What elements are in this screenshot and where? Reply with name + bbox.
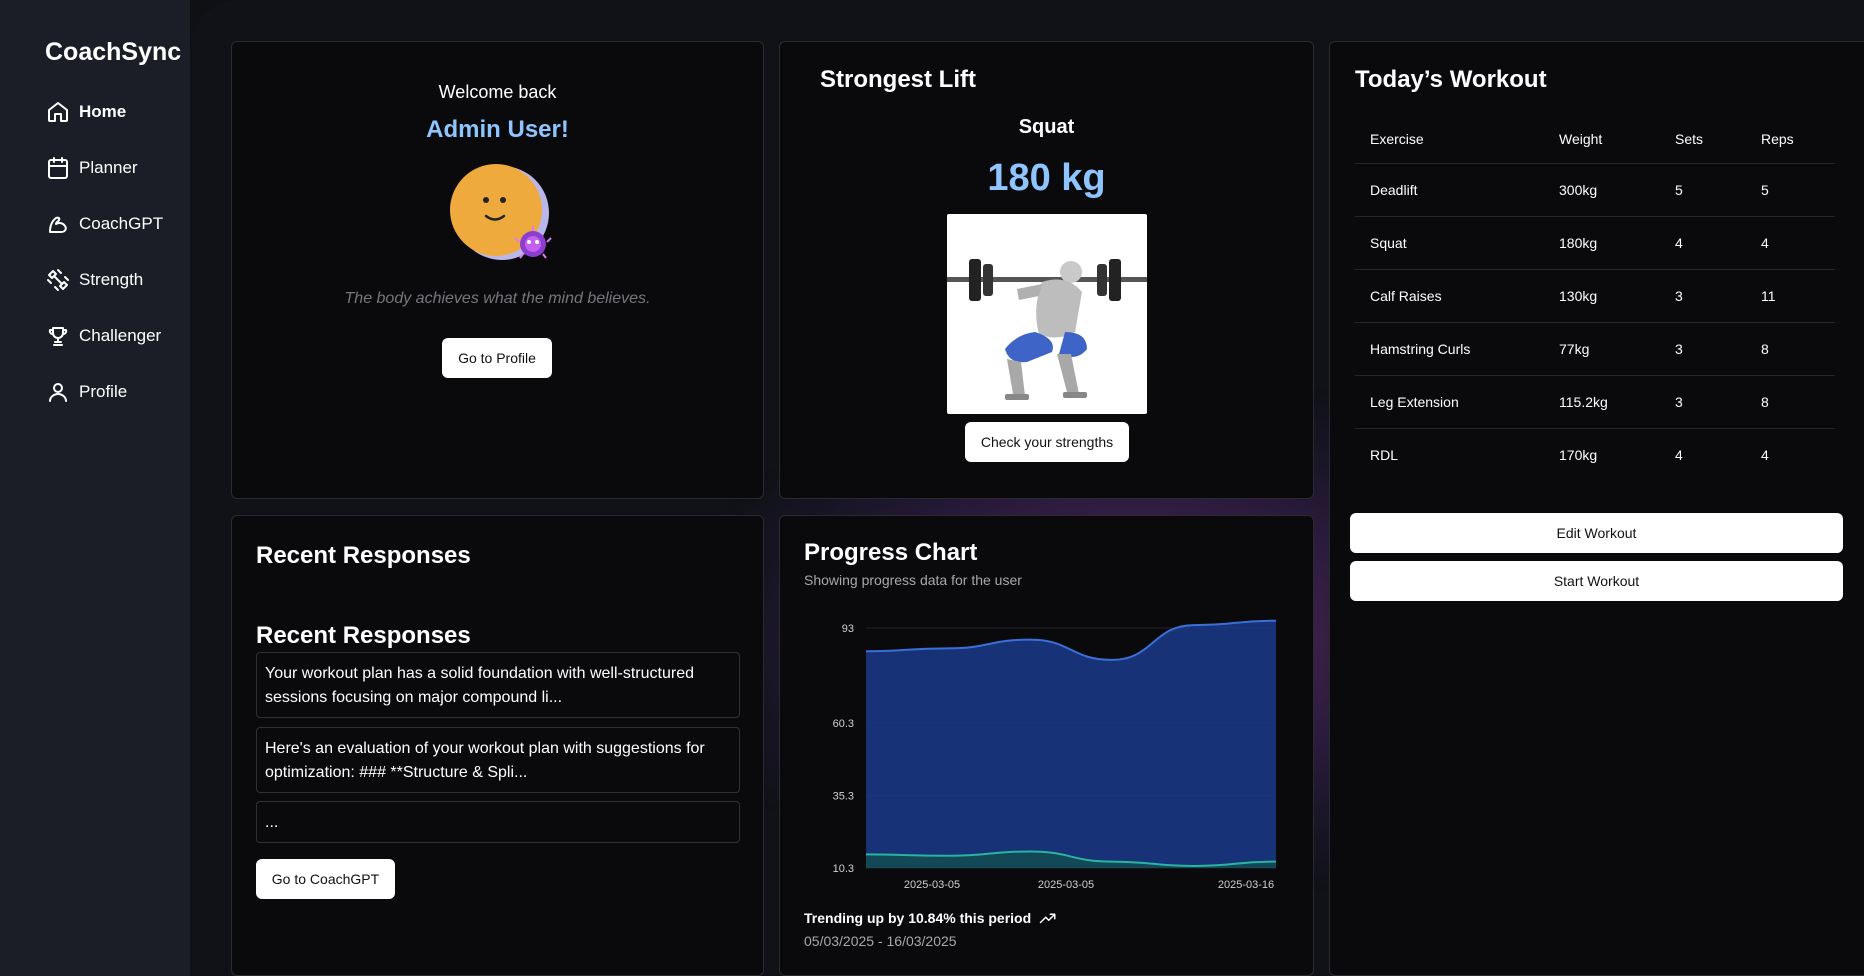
cell-sets: 4 bbox=[1675, 447, 1683, 463]
sidebar-item-label: Home bbox=[79, 102, 127, 121]
cell-weight: 77kg bbox=[1559, 341, 1590, 357]
cell-exercise: Hamstring Curls bbox=[1370, 341, 1471, 357]
progress-chart-card: Progress Chart Showing progress data for… bbox=[779, 515, 1314, 976]
sidebar-item-label: Planner bbox=[79, 158, 138, 177]
y-tick-label: 60.3 bbox=[833, 718, 854, 730]
sidebar-item-challenger[interactable]: Challenger bbox=[46, 318, 161, 354]
workout-title: Today’s Workout bbox=[1355, 66, 1547, 93]
trophy-icon bbox=[48, 327, 68, 346]
strongest-lift-title: Strongest Lift bbox=[820, 66, 976, 93]
lift-weight: 180 kg bbox=[987, 157, 1106, 199]
cell-sets: 3 bbox=[1675, 288, 1683, 304]
todays-workout-card: Today’s Workout Exercise Weight Sets Rep… bbox=[1329, 41, 1864, 976]
cell-weight: 180kg bbox=[1559, 235, 1598, 251]
sidebar-item-home[interactable]: Home bbox=[46, 94, 126, 130]
cell-weight: 300kg bbox=[1559, 182, 1598, 198]
cell-exercise: Squat bbox=[1370, 235, 1407, 251]
progress-chart-title: Progress Chart bbox=[804, 539, 978, 566]
cell-reps: 4 bbox=[1761, 235, 1769, 251]
response-item[interactable]: Here's an evaluation of your workout pla… bbox=[256, 727, 740, 793]
cell-weight: 170kg bbox=[1559, 447, 1598, 463]
cell-exercise: Calf Raises bbox=[1370, 288, 1442, 304]
y-tick-label: 10.3 bbox=[833, 863, 854, 875]
sidebar-item-strength[interactable]: Strength bbox=[46, 262, 143, 298]
x-tick-label: 2025-03-05 bbox=[1038, 879, 1094, 891]
cell-sets: 4 bbox=[1675, 235, 1683, 251]
main-content: Welcome back Admin User! The body achiev… bbox=[190, 0, 1864, 976]
cell-exercise: RDL bbox=[1370, 447, 1399, 463]
column-header-sets: Sets bbox=[1675, 131, 1704, 147]
x-tick-label: 2025-03-05 bbox=[904, 879, 960, 891]
cell-weight: 115.2kg bbox=[1559, 394, 1608, 410]
column-header-weight: Weight bbox=[1559, 131, 1603, 147]
welcome-greeting: Welcome back bbox=[438, 82, 557, 102]
column-header-exercise: Exercise bbox=[1370, 131, 1424, 147]
response-item[interactable]: ... bbox=[256, 801, 740, 843]
home-icon bbox=[48, 102, 68, 122]
table-divider bbox=[1355, 428, 1835, 429]
cell-exercise: Deadlift bbox=[1370, 182, 1418, 198]
trend-text: Trending up by 10.84% this period bbox=[804, 910, 1032, 926]
user-icon bbox=[49, 383, 67, 402]
recent-responses-card: Recent Responses Recent Responses Your w… bbox=[231, 515, 764, 976]
motivational-quote: The body achieves what the mind believes… bbox=[344, 290, 651, 307]
trending-up-icon bbox=[1039, 913, 1056, 924]
start-workout-button[interactable]: Start Workout bbox=[1350, 561, 1843, 601]
sidebar-item-label: Challenger bbox=[79, 326, 162, 345]
trend-summary: Trending up by 10.84% this period bbox=[804, 910, 1057, 926]
y-tick-label: 35.3 bbox=[833, 790, 854, 802]
column-header-reps: Reps bbox=[1761, 131, 1794, 147]
dumbbell-icon bbox=[47, 269, 69, 291]
sidebar-item-label: Strength bbox=[79, 270, 144, 289]
table-divider bbox=[1355, 163, 1835, 164]
cell-reps: 5 bbox=[1761, 182, 1769, 198]
response-item[interactable]: Your workout plan has a solid foundation… bbox=[256, 652, 740, 718]
bicep-icon bbox=[49, 216, 67, 233]
table-divider bbox=[1355, 216, 1835, 217]
table-divider bbox=[1355, 375, 1835, 376]
cell-weight: 130kg bbox=[1559, 288, 1598, 304]
cell-reps: 4 bbox=[1761, 447, 1769, 463]
welcome-user-name: Admin User! bbox=[426, 116, 569, 143]
series-area-1 bbox=[866, 620, 1276, 868]
sidebar-item-profile[interactable]: Profile bbox=[46, 374, 127, 410]
cell-sets: 3 bbox=[1675, 394, 1683, 410]
y-tick-label: 93 bbox=[842, 623, 854, 635]
cell-reps: 11 bbox=[1761, 288, 1776, 304]
cell-reps: 8 bbox=[1761, 341, 1769, 357]
squat-illustration bbox=[947, 214, 1147, 414]
calendar-icon bbox=[48, 157, 68, 179]
table-divider bbox=[1355, 322, 1835, 323]
cell-reps: 8 bbox=[1761, 394, 1769, 410]
brand-logo: CoachSync bbox=[45, 38, 182, 66]
go-to-coachgpt-button[interactable]: Go to CoachGPT bbox=[256, 859, 395, 899]
sidebar-item-planner[interactable]: Planner bbox=[46, 150, 138, 186]
sidebar-item-coachgpt[interactable]: CoachGPT bbox=[46, 206, 163, 242]
x-tick-label: 2025-03-16 bbox=[1218, 879, 1274, 891]
cell-exercise: Leg Extension bbox=[1370, 394, 1459, 410]
recent-responses-subtitle: Recent Responses bbox=[256, 622, 471, 649]
go-to-profile-button[interactable]: Go to Profile bbox=[442, 338, 552, 378]
cell-sets: 5 bbox=[1675, 182, 1683, 198]
edit-workout-button[interactable]: Edit Workout bbox=[1350, 513, 1843, 553]
progress-chart-subtitle: Showing progress data for the user bbox=[804, 572, 1022, 588]
sidebar: CoachSync Home Planner CoachGPT Strength… bbox=[0, 0, 190, 976]
date-range: 05/03/2025 - 16/03/2025 bbox=[804, 933, 957, 949]
cell-sets: 3 bbox=[1675, 341, 1683, 357]
sidebar-item-label: Profile bbox=[79, 382, 128, 401]
table-divider bbox=[1355, 269, 1835, 270]
welcome-card: Welcome back Admin User! The body achiev… bbox=[231, 41, 764, 499]
sidebar-item-label: CoachGPT bbox=[79, 214, 164, 233]
strongest-lift-card: Strongest Lift Squat 180 kg Check your s… bbox=[779, 41, 1314, 499]
avatar bbox=[448, 161, 552, 265]
check-strengths-button[interactable]: Check your strengths bbox=[965, 422, 1129, 462]
recent-responses-title: Recent Responses bbox=[256, 542, 471, 569]
lift-exercise-name: Squat bbox=[1018, 116, 1075, 138]
progress-area-chart: 10.3 35.3 60.3 93 2025-03-05 2025-03-05 2025-0… bbox=[833, 619, 1277, 891]
